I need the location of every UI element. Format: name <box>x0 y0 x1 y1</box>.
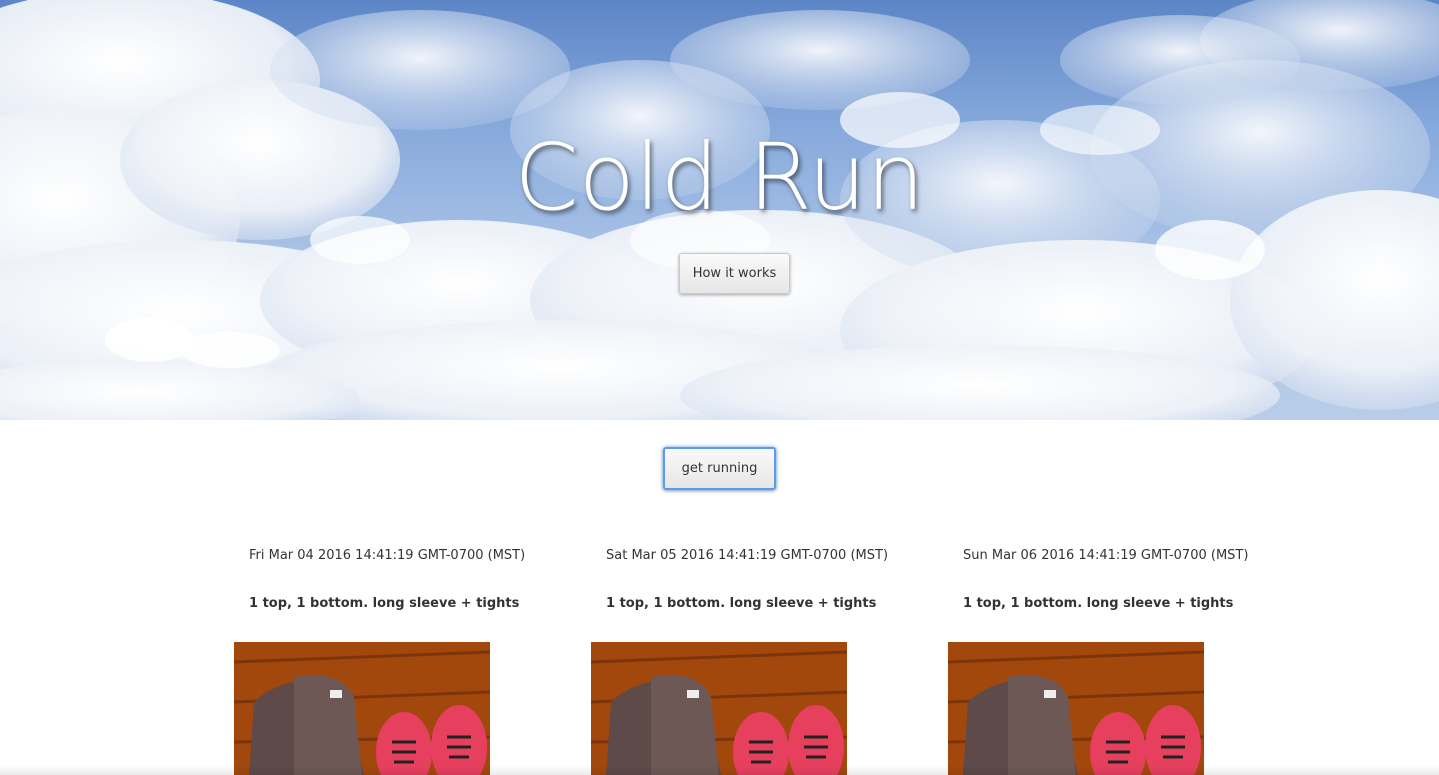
outfit-recommendation: 1 top, 1 bottom. long sleeve + tights <box>606 596 877 611</box>
page-title: Cold Run <box>514 124 925 231</box>
outfit-photo-image <box>234 642 490 775</box>
outfit-photo <box>948 642 1204 775</box>
outfit-photo-image <box>948 642 1204 775</box>
outfit-photo <box>234 642 490 775</box>
outfit-recommendation: 1 top, 1 bottom. long sleeve + tights <box>249 596 520 611</box>
forecast-date: Sun Mar 06 2016 14:41:19 GMT-0700 (MST) <box>963 548 1249 563</box>
hero-banner: Cold Run How it works <box>0 0 1439 420</box>
forecast-date: Fri Mar 04 2016 14:41:19 GMT-0700 (MST) <box>249 548 526 563</box>
get-running-button[interactable]: get running <box>663 447 776 490</box>
outfit-photo-image <box>591 642 847 775</box>
outfit-recommendation: 1 top, 1 bottom. long sleeve + tights <box>963 596 1234 611</box>
outfit-photo <box>591 642 847 775</box>
page-bottom-shadow <box>0 765 1439 775</box>
forecast-date: Sat Mar 05 2016 14:41:19 GMT-0700 (MST) <box>606 548 889 563</box>
how-it-works-button[interactable]: How it works <box>679 253 790 294</box>
